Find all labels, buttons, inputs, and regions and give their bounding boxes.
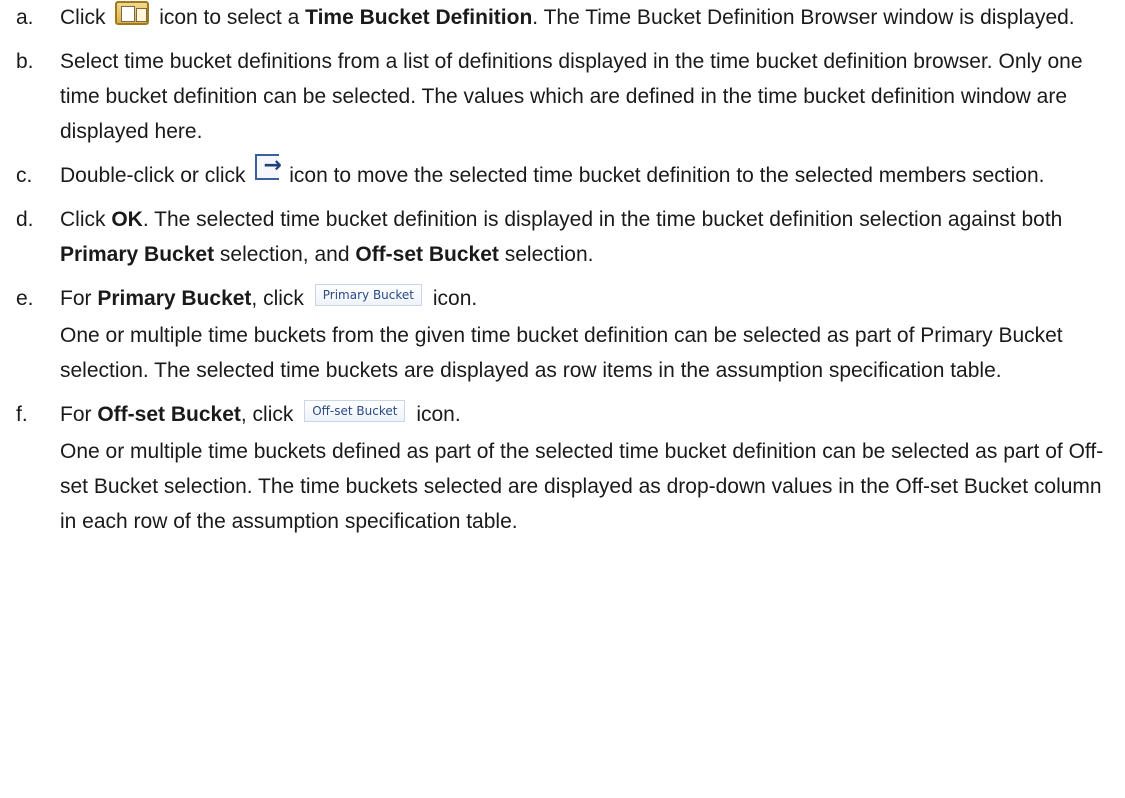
step-e: e. For Primary Bucket, click Primary Buc…	[0, 281, 1125, 388]
step-d: d. Click OK. The selected time bucket de…	[0, 202, 1125, 272]
step-bold-term: Off-set Bucket	[355, 243, 499, 266]
step-text: , click	[251, 287, 304, 310]
step-marker: d.	[16, 208, 34, 231]
step-bold-term: Time Bucket Definition	[305, 6, 533, 29]
step-marker: e.	[16, 287, 34, 310]
step-text: Select time bucket definitions from a li…	[60, 50, 1083, 143]
step-paragraph: One or multiple time buckets from the gi…	[60, 324, 1063, 382]
step-text: , click	[240, 403, 294, 426]
step-paragraph: One or multiple time buckets defined as …	[60, 440, 1104, 533]
step-text: icon.	[416, 403, 461, 426]
move-right-icon	[255, 148, 282, 183]
step-c: c. Double-click or click icon to move th…	[0, 148, 1125, 193]
step-bold-term: Primary Bucket	[97, 287, 252, 310]
step-text: icon to move the selected time bucket de…	[289, 164, 1045, 187]
step-text: . The Time Bucket Definition Browser win…	[532, 6, 1075, 29]
step-marker: b.	[16, 50, 34, 73]
step-text: icon to select a	[159, 6, 300, 29]
step-text: selection, and	[219, 243, 350, 266]
step-text: icon.	[432, 287, 478, 310]
step-b: b. Select time bucket definitions from a…	[0, 44, 1125, 149]
step-text: For	[60, 403, 92, 426]
step-marker: c.	[16, 164, 33, 187]
step-text: Double-click or click	[60, 164, 246, 187]
step-text: For	[60, 287, 92, 310]
step-text: . The selected time bucket definition is…	[142, 208, 1063, 231]
step-text: selection.	[504, 243, 594, 266]
step-bold-term: Off-set Bucket	[97, 403, 241, 426]
step-text: Click	[60, 208, 106, 231]
instruction-list: a. Click icon to select a Time Bucket De…	[0, 0, 1125, 548]
step-bold-term: OK	[111, 208, 143, 231]
step-f: f. For Off-set Bucket, click Off-set Buc…	[0, 397, 1125, 539]
off-set-bucket-button: Off-set Bucket	[304, 400, 406, 422]
step-marker: a.	[16, 6, 34, 29]
step-a: a. Click icon to select a Time Bucket De…	[0, 0, 1125, 35]
step-text: Click	[60, 6, 106, 29]
step-marker: f.	[16, 403, 28, 426]
folder-browse-icon	[115, 1, 150, 25]
primary-bucket-button: Primary Bucket	[314, 284, 422, 306]
step-bold-term: Primary Bucket	[60, 243, 215, 266]
